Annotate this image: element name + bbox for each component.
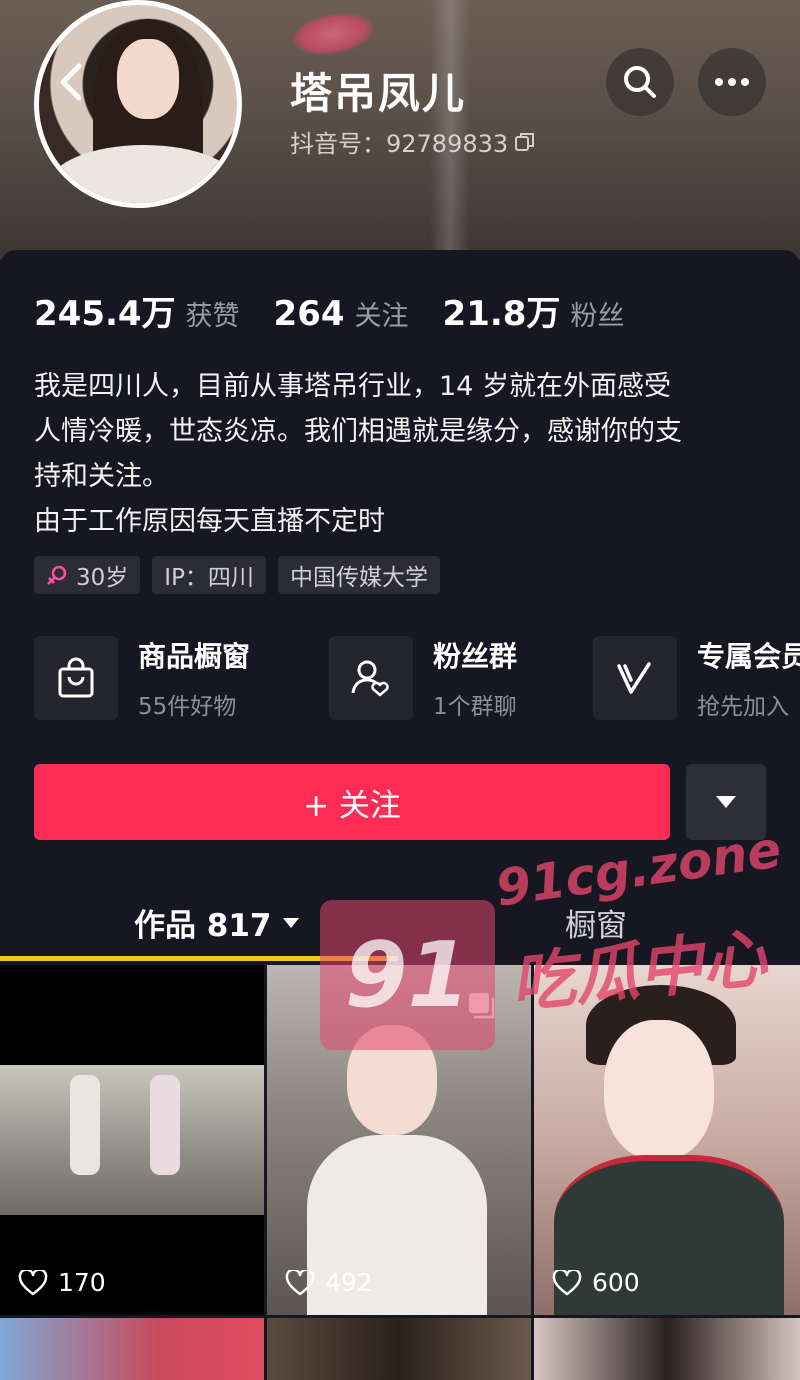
bio-line: 我是四川人，目前从事塔吊行业，14 岁就在外面感受 [34,371,671,402]
shopping-bag-icon [58,657,94,698]
likes-count: 245.4万 [34,294,176,334]
service-title: 粉丝群 [433,640,518,673]
recommend-dropdown-button[interactable] [686,764,766,840]
profile-tags: 30岁 IP：四川 中国传媒大学 [34,556,440,594]
copy-icon[interactable] [514,131,536,153]
followers-label[interactable]: 粉丝 [570,294,624,333]
back-button[interactable] [50,58,90,106]
caret-down-icon [716,796,736,808]
school-tag[interactable]: 中国传媒大学 [277,556,440,594]
search-button[interactable] [606,48,674,116]
v-member-icon [617,662,651,694]
bio: 我是四川人，目前从事塔吊行业，14 岁就在外面感受 人情冷暖，世态炎凉。我们相遇… [34,364,774,544]
video-thumbnail[interactable]: 600 [534,965,800,1315]
tab-works[interactable]: 作品 817 [134,900,300,945]
age-text: 30岁 [76,565,129,591]
service-title: 商品橱窗 [138,640,251,673]
bio-line: 人情冷暖，世态炎凉。我们相遇就是缘分，感谢你的支 [34,416,682,447]
follow-button[interactable]: + 关注 [34,764,670,840]
ip-text: IP：四川 [164,565,254,591]
multi-image-icon [469,993,495,1019]
service-subtitle: 55件好物 [138,694,237,720]
school-text: 中国传媒大学 [289,565,428,591]
service-subtitle: 1个群聊 [433,694,517,720]
following-label[interactable]: 关注 [355,294,409,333]
more-dots-icon [715,78,749,86]
likes-count: 492 [325,1268,373,1297]
service-subtitle: 抢先加入 [697,694,789,720]
banner-decoration [289,7,377,61]
fan-group-icon [351,660,389,697]
likes-label: 获赞 [185,301,240,332]
caret-down-icon [282,917,299,928]
heart-icon [18,1269,48,1295]
video-thumbnail[interactable] [534,1318,800,1380]
chevron-left-icon [60,63,82,101]
video-likes: 492 [285,1268,373,1297]
douyin-id[interactable]: 抖音号：92789833 [290,124,536,159]
search-icon [624,66,656,98]
service-shop-window[interactable]: 商品橱窗 55件好物 [34,635,329,721]
ip-tag: IP：四川 [152,556,266,594]
following-count[interactable]: 264 [274,294,345,334]
tab-showcase[interactable]: 橱窗 [565,900,627,945]
stats-row: 245.4万 获赞 264 关注 21.8万 粉丝 [34,286,658,335]
active-tab-indicator [0,956,398,961]
video-thumbnail[interactable]: 492 [267,965,531,1315]
video-thumbnail[interactable]: 170 [0,965,264,1315]
likes-count: 600 [592,1268,640,1297]
age-tag: 30岁 [34,556,141,594]
douyin-id-text: 抖音号：92789833 [290,130,509,158]
service-exclusive-member[interactable]: 专属会员 抢先加入 [593,635,800,721]
profile-name: 塔吊凤儿 [290,69,467,118]
services-row: 商品橱窗 55件好物 粉丝群 1个群聊 专属会员 抢先加入 [34,635,800,721]
female-icon [47,565,67,585]
service-fan-group[interactable]: 粉丝群 1个群聊 [329,635,593,721]
video-likes: 170 [18,1268,106,1297]
tab-works-label: 作品 817 [134,908,272,944]
more-options-button[interactable] [698,48,766,116]
heart-icon [552,1269,582,1295]
video-grid: 170 492 600 [0,965,800,1380]
followers-count[interactable]: 21.8万 [443,286,561,335]
bio-line: 持和关注。 [34,461,169,492]
video-thumbnail[interactable] [0,1318,264,1380]
service-title: 专属会员 [697,640,800,673]
video-likes: 600 [552,1268,640,1297]
heart-icon [285,1269,315,1295]
likes-count: 170 [58,1268,106,1297]
bio-line: 由于工作原因每天直播不定时 [34,506,385,537]
video-thumbnail[interactable] [267,1318,531,1380]
